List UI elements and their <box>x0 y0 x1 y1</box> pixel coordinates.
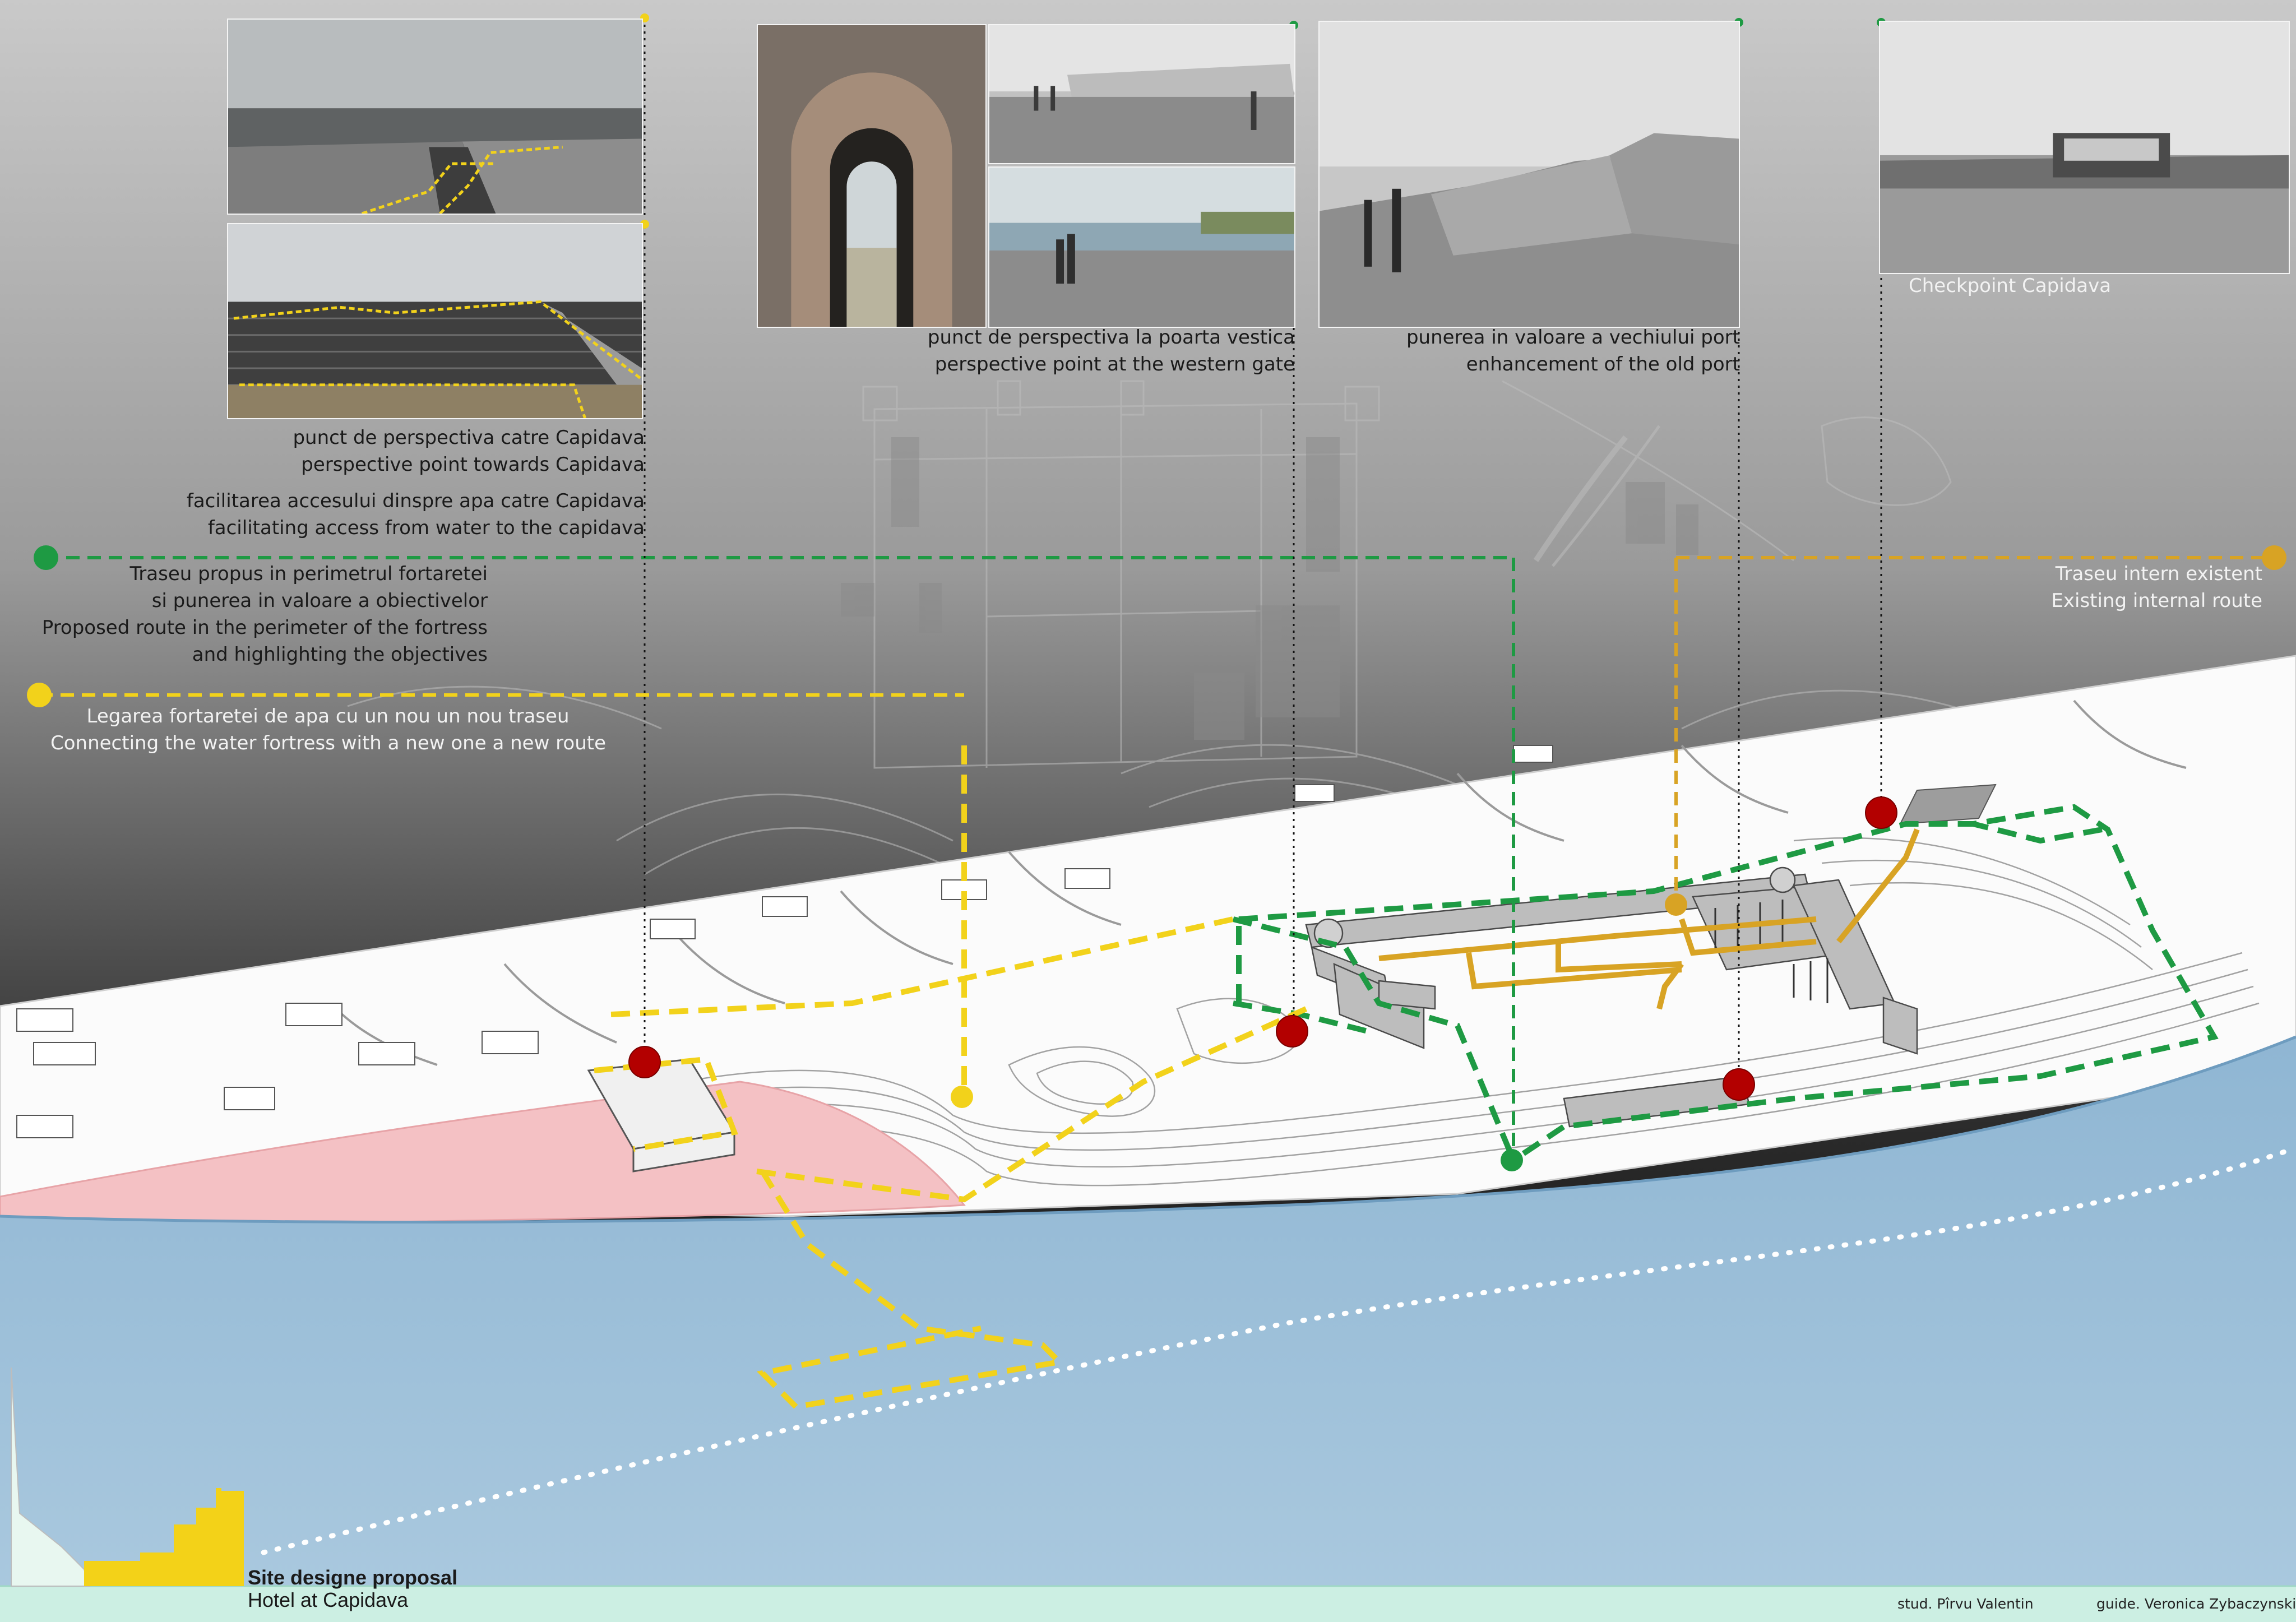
caption-water-access: facilitarea accesului dinspre apa catre … <box>187 488 645 541</box>
caption-old-port-ro: punerea in valoare a vechiului port <box>1406 326 1740 349</box>
caption-western-gate-ro: punct de perspectiva la poarta vestica <box>927 326 1295 349</box>
legend-yellow-line-1: Legarea fortaretei de apa cu un nou un n… <box>86 705 570 727</box>
title-block: Site designe proposal Hotel at Capidava <box>248 1567 457 1611</box>
photo-view-capidava-from-water <box>227 18 643 215</box>
page-subtitle: Hotel at Capidava <box>248 1588 409 1611</box>
yellow-route-dot <box>951 1086 973 1108</box>
caption-water-access-en: facilitating access from water to the ca… <box>207 517 645 539</box>
legend-internal-line-2: Existing internal route <box>2051 590 2262 612</box>
credit-student: stud. Pîrvu Valentin <box>1897 1596 2034 1612</box>
legend-green-route: Traseu propus in perimetrul fortaretei s… <box>42 560 488 668</box>
caption-checkpoint: Checkpoint Capidava <box>1909 272 2111 299</box>
legend-internal-line-1: Traseu intern existent <box>2055 563 2262 585</box>
site-proposal-board: punct de perspectiva catre Capidava pers… <box>0 0 2296 1622</box>
caption-water-access-ro: facilitarea accesului dinspre apa catre … <box>186 490 645 512</box>
page-title: Site designe proposal <box>248 1566 458 1589</box>
internal-route-dot <box>1665 893 1687 916</box>
caption-western-gate-en: perspective point at the western gate <box>934 353 1295 376</box>
photo-old-port-wall <box>1318 21 1740 328</box>
legend-yellow-route: Legarea fortaretei de apa cu un nou un n… <box>50 703 607 757</box>
caption-checkpoint-label: Checkpoint Capidava <box>1909 275 2112 297</box>
legend-green-line-4: and highlighting the objectives <box>192 643 488 666</box>
legend-green-line-2: si punerea in valoare a obiectivelor <box>151 590 488 612</box>
caption-perspective-capidava-ro: punct de perspectiva catre Capidava <box>293 427 645 449</box>
photo-western-gate-arch <box>757 24 987 328</box>
caption-old-port: punerea in valoare a vechiului port enha… <box>1406 324 1740 378</box>
green-route-dot <box>1501 1149 1523 1171</box>
caption-western-gate: punct de perspectiva la poarta vestica p… <box>928 324 1295 378</box>
legend-internal-route: Traseu intern existent Existing internal… <box>2051 560 2262 614</box>
photo-stair-render <box>227 223 643 419</box>
caption-old-port-en: enhancement of the old port <box>1466 353 1740 376</box>
legend-yellow-line-2: Connecting the water fortress with a new… <box>50 732 607 754</box>
photo-river-lookout <box>988 166 1295 328</box>
legend-green-line-3: Proposed route in the perimeter of the f… <box>41 617 488 639</box>
internal-legend-dot <box>2262 545 2286 570</box>
yellow-legend-dot <box>27 683 52 707</box>
caption-perspective-capidava-en: perspective point towards Capidava <box>301 453 645 476</box>
legend-green-line-1: Traseu propus in perimetrul fortaretei <box>129 563 488 585</box>
photo-visitors-at-wall <box>988 24 1295 164</box>
caption-perspective-capidava: punct de perspectiva catre Capidava pers… <box>293 424 645 478</box>
credit-guide: guide. Veronica Zybaczynski <box>2096 1596 2296 1612</box>
photo-checkpoint-capidava <box>1879 21 2290 274</box>
